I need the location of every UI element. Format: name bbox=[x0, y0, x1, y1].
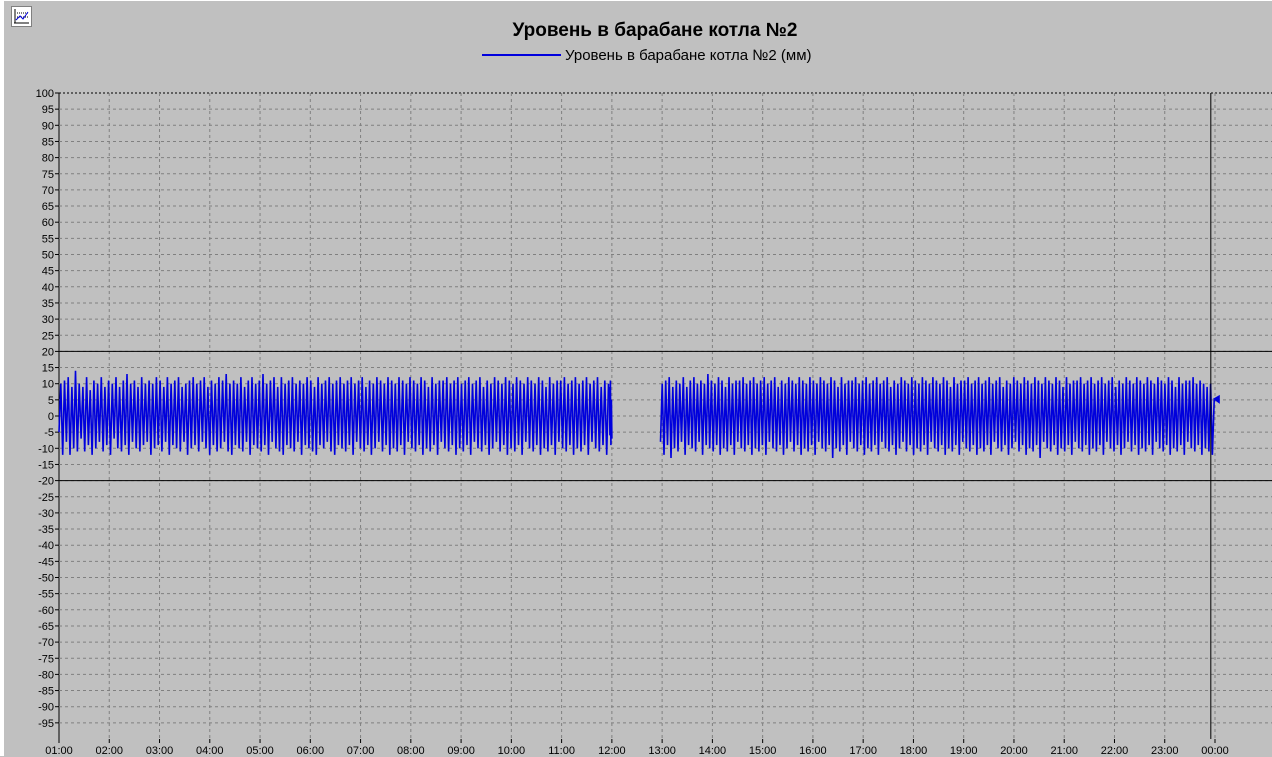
x-tick-label: 04:00 bbox=[196, 745, 224, 757]
x-tick-label: 02:00 bbox=[95, 745, 123, 757]
x-axis: 01:00 02:00 03:00 04:00 05:00 06:00 07:00 08:00… bbox=[45, 739, 1229, 757]
y-tick-label: 5 bbox=[48, 395, 54, 407]
series-line bbox=[58, 370, 610, 455]
y-tick-label: -85 bbox=[38, 686, 54, 698]
y-axis: 1009590858075706560555045403530252015105… bbox=[36, 88, 59, 730]
x-tick-label: 09:00 bbox=[447, 745, 475, 757]
x-tick-label: 08:00 bbox=[397, 745, 425, 757]
y-tick-label: 35 bbox=[42, 298, 54, 310]
y-tick-label: -35 bbox=[38, 524, 54, 536]
y-tick-label: 45 bbox=[42, 266, 54, 278]
y-tick-label: -65 bbox=[38, 621, 54, 633]
x-tick-label: 21:00 bbox=[1050, 745, 1078, 757]
y-tick-label: -60 bbox=[38, 605, 54, 617]
y-tick-label: 25 bbox=[42, 330, 54, 342]
x-tick-label: 00:00 bbox=[1201, 745, 1229, 757]
y-tick-label: -50 bbox=[38, 573, 54, 585]
y-tick-label: -45 bbox=[38, 556, 54, 568]
legend: Уровень в барабане котла №2 (мм) bbox=[482, 47, 812, 64]
y-tick-label: 50 bbox=[42, 250, 54, 262]
x-tick-label: 23:00 bbox=[1151, 745, 1179, 757]
y-tick-label: 65 bbox=[42, 201, 54, 213]
y-tick-label: 20 bbox=[42, 346, 54, 358]
chart-canvas: Уровень в барабане котла №2 Уровень в ба… bbox=[36, 20, 1272, 757]
x-tick-label: 05:00 bbox=[246, 745, 274, 757]
series-line bbox=[659, 373, 1215, 459]
x-tick-label: 22:00 bbox=[1101, 745, 1129, 757]
y-tick-label: 30 bbox=[42, 314, 54, 326]
y-tick-label: -55 bbox=[38, 589, 54, 601]
y-tick-label: -70 bbox=[38, 637, 54, 649]
x-tick-label: 17:00 bbox=[849, 745, 877, 757]
y-tick-label: -75 bbox=[38, 653, 54, 665]
y-tick-label: -95 bbox=[38, 718, 54, 730]
x-tick-label: 18:00 bbox=[900, 745, 928, 757]
x-tick-label: 19:00 bbox=[950, 745, 978, 757]
chart-window: Уровень в барабане котла №2 Уровень в ба… bbox=[0, 0, 1272, 757]
y-tick-label: 75 bbox=[42, 169, 54, 181]
legend-series-label: Уровень в барабане котла №2 (мм) bbox=[565, 47, 812, 64]
y-tick-label: -30 bbox=[38, 508, 54, 520]
y-tick-label: 95 bbox=[42, 104, 54, 116]
y-tick-label: 70 bbox=[42, 185, 54, 197]
y-tick-label: -40 bbox=[38, 540, 54, 552]
x-tick-label: 14:00 bbox=[699, 745, 727, 757]
y-tick-label: 40 bbox=[42, 282, 54, 294]
y-tick-label: -90 bbox=[38, 702, 54, 714]
y-tick-label: 90 bbox=[42, 120, 54, 132]
y-tick-label: 55 bbox=[42, 233, 54, 245]
x-tick-label: 16:00 bbox=[799, 745, 827, 757]
y-tick-label: -20 bbox=[38, 476, 54, 488]
x-tick-label: 03:00 bbox=[146, 745, 174, 757]
x-tick-label: 12:00 bbox=[598, 745, 626, 757]
y-tick-label: 80 bbox=[42, 153, 54, 165]
x-tick-label: 01:00 bbox=[45, 745, 73, 757]
x-tick-label: 07:00 bbox=[347, 745, 375, 757]
series-line bbox=[608, 380, 613, 446]
y-tick-label: -15 bbox=[38, 459, 54, 471]
x-tick-label: 13:00 bbox=[648, 745, 676, 757]
y-tick-label: 15 bbox=[42, 363, 54, 375]
y-tick-label: -80 bbox=[38, 669, 54, 681]
x-tick-label: 10:00 bbox=[498, 745, 526, 757]
chart-title: Уровень в барабане котла №2 bbox=[513, 20, 798, 41]
x-tick-label: 11:00 bbox=[548, 745, 575, 757]
y-tick-label: -10 bbox=[38, 443, 54, 455]
y-tick-label: -5 bbox=[44, 427, 54, 439]
y-tick-label: 100 bbox=[36, 88, 54, 100]
x-tick-label: 06:00 bbox=[297, 745, 325, 757]
y-tick-label: -25 bbox=[38, 492, 54, 504]
y-tick-label: 10 bbox=[42, 379, 54, 391]
y-tick-label: 0 bbox=[48, 411, 54, 423]
x-tick-label: 20:00 bbox=[1000, 745, 1028, 757]
x-tick-label: 15:00 bbox=[749, 745, 777, 757]
y-tick-label: 85 bbox=[42, 136, 54, 148]
y-tick-label: 60 bbox=[42, 217, 54, 229]
